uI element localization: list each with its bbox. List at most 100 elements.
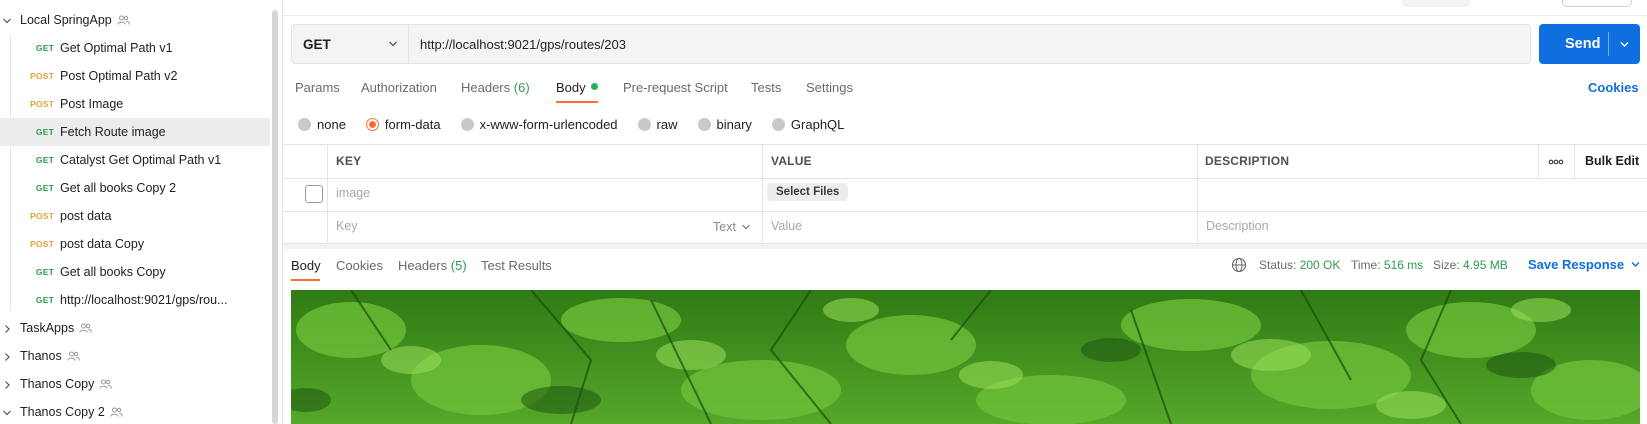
method-badge: GET bbox=[35, 267, 54, 277]
request-item[interactable]: POST Post Image bbox=[0, 90, 270, 118]
radio-dot bbox=[771, 117, 785, 131]
key-field[interactable]: image bbox=[336, 186, 370, 200]
method-badge: GET bbox=[35, 295, 54, 305]
body-indicator-dot bbox=[590, 83, 598, 90]
response-time: Time: 516 ms bbox=[1351, 258, 1423, 272]
chevron-down-icon bbox=[742, 224, 750, 230]
status-label: Status: bbox=[1259, 258, 1297, 272]
tab-body[interactable]: Body bbox=[556, 80, 598, 95]
cookies-link[interactable]: Cookies bbox=[1588, 80, 1639, 95]
radio-dot-selected bbox=[365, 117, 379, 131]
request-item[interactable]: GET Get all books Copy 2 bbox=[0, 174, 270, 202]
time-value: 516 ms bbox=[1383, 258, 1424, 272]
chevron-right-icon[interactable] bbox=[2, 351, 12, 361]
status-value: 200 OK bbox=[1299, 258, 1341, 272]
collection-local-springapp[interactable]: Local SpringApp bbox=[0, 6, 270, 34]
radio-label: none bbox=[317, 116, 346, 132]
table-row-divider bbox=[283, 211, 1647, 212]
tab-tests[interactable]: Tests bbox=[751, 80, 781, 95]
type-select[interactable]: Text bbox=[713, 220, 751, 234]
radio-graphql[interactable]: GraphQL bbox=[771, 116, 845, 132]
column-header-description: DESCRIPTION bbox=[1205, 154, 1290, 168]
table-row-divider bbox=[283, 178, 1647, 179]
tab-settings[interactable]: Settings bbox=[806, 80, 853, 95]
description-placeholder[interactable]: Description bbox=[1206, 219, 1269, 233]
foliage-image bbox=[291, 290, 1640, 424]
radio-binary[interactable]: binary bbox=[697, 117, 752, 132]
sidebar-scrollbar[interactable] bbox=[272, 10, 278, 424]
request-item[interactable]: GET Get Optimal Path v1 bbox=[0, 34, 270, 62]
radio-form-data[interactable]: form-data bbox=[365, 117, 441, 132]
team-icon bbox=[67, 351, 80, 361]
chevron-down-icon[interactable] bbox=[2, 15, 12, 25]
response-image bbox=[291, 290, 1640, 424]
response-tab-headers[interactable]: Headers (5) bbox=[398, 258, 467, 273]
radio-none[interactable]: none bbox=[298, 117, 346, 132]
tab-params[interactable]: Params bbox=[295, 80, 340, 95]
collection-label: Thanos Copy bbox=[20, 377, 95, 391]
value-placeholder[interactable]: Value bbox=[771, 219, 802, 233]
toolbar-button[interactable] bbox=[1562, 0, 1632, 7]
chevron-down-icon bbox=[389, 41, 397, 47]
type-select-value: Text bbox=[713, 220, 736, 234]
team-icon bbox=[110, 407, 123, 417]
collection-thanos-copy[interactable]: Thanos Copy bbox=[0, 370, 270, 398]
request-item[interactable]: POST Post Optimal Path v2 bbox=[0, 62, 270, 90]
select-files-button[interactable]: Select Files bbox=[767, 183, 849, 201]
pane-splitter[interactable] bbox=[283, 244, 1647, 249]
radio-dot bbox=[460, 117, 474, 131]
collection-taskapps[interactable]: TaskApps bbox=[0, 314, 270, 342]
method-select[interactable]: GET bbox=[292, 25, 409, 63]
chevron-down-icon[interactable] bbox=[2, 407, 12, 417]
collection-thanos-copy-2[interactable]: Thanos Copy 2 bbox=[0, 398, 270, 424]
method-badge: GET bbox=[35, 127, 54, 137]
method-badge: POST bbox=[30, 239, 54, 249]
response-tab-test-results[interactable]: Test Results bbox=[481, 258, 552, 273]
request-label: Post Image bbox=[60, 97, 124, 111]
bulk-edit-button[interactable]: Bulk Edit bbox=[1585, 154, 1639, 168]
response-tab-body[interactable]: Body bbox=[291, 258, 321, 273]
column-header-key: KEY bbox=[336, 154, 362, 168]
request-item[interactable]: POST post data bbox=[0, 202, 270, 230]
radio-raw[interactable]: raw bbox=[637, 116, 678, 132]
url-input[interactable]: http://localhost:9021/gps/routes/203 bbox=[409, 37, 626, 52]
save-response-label: Save Response bbox=[1528, 257, 1625, 272]
request-item[interactable]: POST post data Copy bbox=[0, 230, 270, 258]
request-label: Fetch Route image bbox=[60, 125, 166, 139]
tab-headers[interactable]: Headers (6) bbox=[461, 80, 530, 95]
chevron-down-icon bbox=[1631, 262, 1640, 267]
radio-x-www-form-urlencoded[interactable]: x-www-form-urlencoded bbox=[460, 117, 618, 132]
response-tab-headers-count: (5) bbox=[450, 258, 467, 273]
active-response-tab-indicator bbox=[291, 279, 320, 281]
radio-label: GraphQL bbox=[790, 116, 845, 132]
request-label: Catalyst Get Optimal Path v1 bbox=[60, 153, 222, 167]
more-options-icon[interactable] bbox=[1548, 158, 1564, 166]
tab-authorization[interactable]: Authorization bbox=[361, 80, 437, 95]
globe-icon[interactable] bbox=[1231, 257, 1247, 273]
save-response-button[interactable]: Save Response bbox=[1528, 257, 1641, 272]
row-enable-checkbox[interactable] bbox=[305, 185, 323, 203]
request-item-selected[interactable]: GET Fetch Route image bbox=[0, 118, 270, 146]
url-bar: GET http://localhost:9021/gps/routes/203 bbox=[291, 24, 1531, 64]
environment-selector[interactable] bbox=[1402, 0, 1470, 7]
chevron-right-icon[interactable] bbox=[2, 379, 12, 389]
radio-dot bbox=[697, 117, 711, 131]
key-placeholder[interactable]: Key bbox=[336, 219, 358, 233]
request-item[interactable]: GET Catalyst Get Optimal Path v1 bbox=[0, 146, 270, 174]
chevron-right-icon[interactable] bbox=[2, 323, 12, 333]
send-button-separator bbox=[1608, 32, 1609, 56]
collection-label: TaskApps bbox=[20, 321, 75, 335]
response-tab-cookies[interactable]: Cookies bbox=[336, 258, 383, 273]
send-button[interactable]: Send bbox=[1539, 24, 1640, 64]
size-value: 4.95 MB bbox=[1463, 258, 1508, 272]
radio-label: raw bbox=[656, 116, 678, 132]
collection-thanos[interactable]: Thanos bbox=[0, 342, 270, 370]
response-status: Status: 200 OK bbox=[1259, 258, 1340, 272]
request-label: post data Copy bbox=[60, 237, 145, 251]
chevron-down-icon[interactable] bbox=[1619, 39, 1630, 50]
request-item[interactable]: GET Get all books Copy bbox=[0, 258, 270, 286]
method-badge: GET bbox=[35, 183, 54, 193]
tab-prerequest-script[interactable]: Pre-request Script bbox=[623, 80, 728, 95]
request-item[interactable]: GET http://localhost:9021/gps/rou... bbox=[0, 286, 270, 314]
toolbar-divider bbox=[283, 15, 1647, 16]
